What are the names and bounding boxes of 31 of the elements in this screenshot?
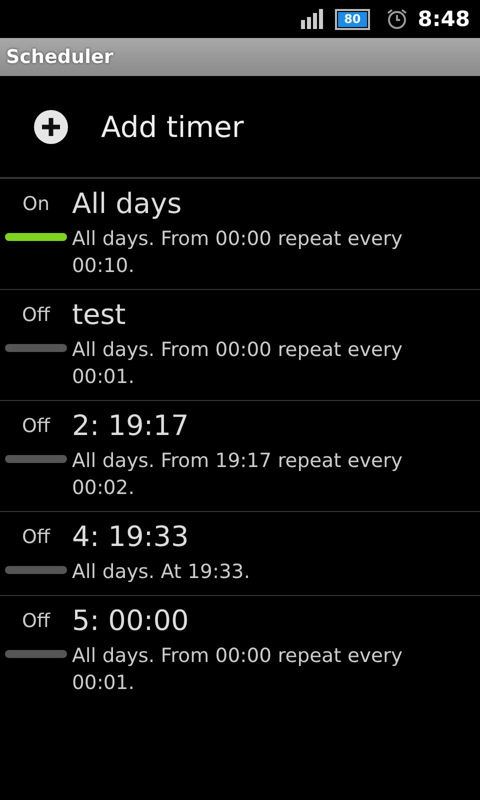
timer-description: All days. From 00:00 repeat every 00:10. (72, 226, 404, 279)
timer-description: All days. At 19:33. (72, 559, 250, 585)
toggle-indicator[interactable] (5, 650, 67, 658)
timer-title: test (72, 297, 127, 333)
timer-row[interactable]: Off 5: 00:00 All days. From 00:00 repeat every 00:01. (0, 596, 480, 706)
timer-row[interactable]: On All days All days. From 00:00 repeat every 00:10. (0, 179, 480, 290)
toggle-indicator[interactable] (5, 455, 67, 463)
window-title: Scheduler (6, 46, 114, 68)
timer-description: All days. From 19:17 repeat every 00:02. (72, 448, 404, 501)
clock-time: 8:48 (418, 7, 470, 31)
timer-row[interactable]: Off test All days. From 00:00 repeat every 00:01. (0, 290, 480, 401)
state-label: Off (22, 610, 50, 632)
timer-description: All days. From 00:00 repeat every 00:01. (72, 337, 404, 390)
toggle-indicator[interactable] (5, 344, 67, 352)
battery-level: 80 (338, 12, 367, 26)
state-label: Off (22, 304, 50, 326)
timer-row[interactable]: Off 2: 19:17 All days. From 19:17 repeat every 00:02. (0, 401, 480, 512)
state-label: Off (22, 526, 50, 548)
timer-title: 2: 19:17 (72, 408, 190, 444)
toggle-indicator[interactable] (5, 233, 67, 241)
timer-title: 4: 19:33 (72, 519, 190, 555)
state-label: Off (22, 415, 50, 437)
plus-icon (33, 108, 69, 144)
timer-row[interactable]: Off 4: 19:33 All days. At 19:33. (0, 512, 480, 596)
toggle-indicator[interactable] (5, 566, 67, 574)
state-label: On (22, 193, 50, 215)
timer-title: 5: 00:00 (72, 603, 190, 639)
signal-icon (301, 9, 326, 29)
alarm-clock-icon (386, 8, 408, 30)
timer-title: All days (72, 186, 183, 222)
timer-description: All days. From 00:00 repeat every 00:01. (72, 643, 404, 696)
